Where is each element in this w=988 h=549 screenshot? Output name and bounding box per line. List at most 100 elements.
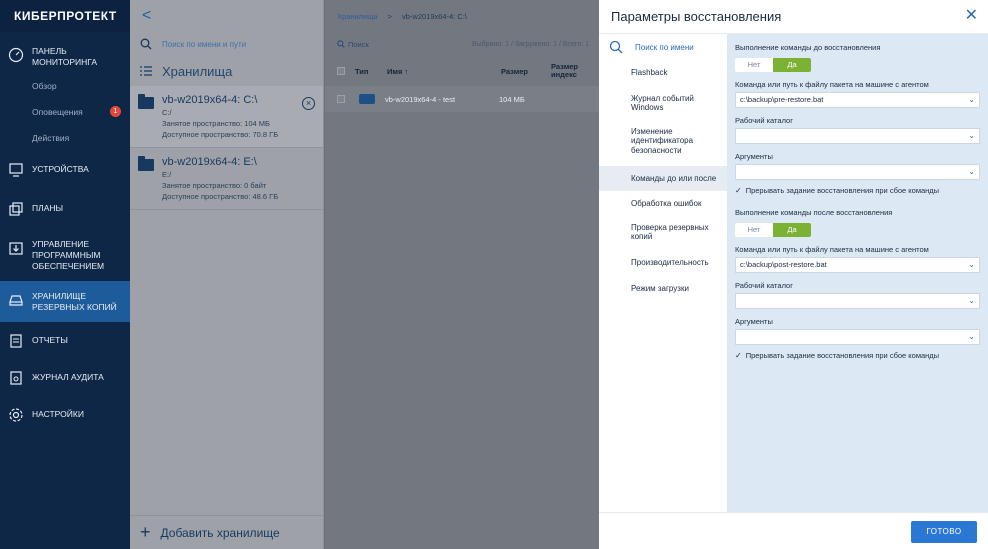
chevron-down-icon[interactable]: ⌄ <box>968 258 975 272</box>
storage-used: Занятое пространство: 104 МБ <box>162 119 270 128</box>
table-header: Тип Имя ↑ Размер Размер индекс <box>325 56 599 86</box>
sidebar-item-activities[interactable]: Действия <box>0 125 130 151</box>
storage-icon <box>9 295 23 306</box>
nav-pre-post-commands[interactable]: Команды до или после <box>599 165 727 192</box>
nav-backup-validation[interactable]: Проверка резервных копий <box>599 217 727 250</box>
sidebar-item-settings[interactable]: НАСТРОЙКИ <box>0 396 130 433</box>
post-workdir-input[interactable]: ⌄ <box>735 293 980 309</box>
nav-label: Команды до или после <box>631 173 717 183</box>
sidebar-item-dashboard[interactable]: ПАНЕЛЬ МОНИТОРИНГА <box>0 38 130 73</box>
column-type[interactable]: Тип <box>355 67 387 76</box>
column-name[interactable]: Имя ↑ <box>387 67 501 76</box>
search-placeholder: Поиск <box>348 39 369 49</box>
chevron-left-icon: < <box>142 7 152 24</box>
sidebar-item-overview[interactable]: Обзор <box>0 73 130 99</box>
pre-abort-checkbox[interactable]: ✓ Прерывать задание восстановления при сб… <box>735 186 980 195</box>
sidebar-item-audit-log[interactable]: ЖУРНАЛ АУДИТА <box>0 359 130 396</box>
list-icon <box>140 66 152 76</box>
post-command-toggle[interactable]: Нет Да <box>735 223 811 237</box>
backups-search-input[interactable]: Поиск <box>337 40 369 49</box>
nav-sid-change[interactable]: Изменение идентификатора безопасности <box>599 119 727 162</box>
checkmark-icon: ✓ <box>735 351 742 360</box>
restore-options-dialog: Параметры восстановления ✕ Поиск по имен… <box>599 0 988 549</box>
chevron-down-icon[interactable]: ⌄ <box>968 330 975 344</box>
backups-toolbar: Поиск Выбрано: 1 / Загружено: 1 / Всего:… <box>325 32 599 56</box>
sidebar-item-label: УПРАВЛЕНИЕ ПРОГРАММНЫМ ОБЕСПЕЧЕНИЕМ <box>32 239 105 271</box>
select-all-checkbox[interactable] <box>337 67 345 75</box>
nav-windows-event-log[interactable]: Журнал событий Windows <box>599 88 727 119</box>
close-icon[interactable]: ✕ <box>965 8 978 24</box>
storage-free: Доступное пространство: 70.8 ГБ <box>162 130 279 139</box>
breadcrumb: Хранилища > vb-w2019x64-4: C:\ <box>325 0 599 32</box>
sidebar: КИБЕРПРОТЕКТ ПАНЕЛЬ МОНИТОРИНГА Обзор Оп… <box>0 0 130 549</box>
pre-args-input[interactable]: ⌄ <box>735 164 980 180</box>
pre-command-section-label: Выполнение команды до восстановления <box>735 43 881 52</box>
back-button[interactable]: < <box>130 0 323 32</box>
sidebar-item-label: Оповещения <box>32 107 83 118</box>
sidebar-item-plans[interactable]: ПЛАНЫ <box>0 190 130 229</box>
storage-search-input[interactable]: Поиск по имени и пути <box>130 32 323 56</box>
monitor-icon <box>9 163 23 177</box>
close-icon[interactable]: × <box>302 97 315 110</box>
add-storage-button[interactable]: + Добавить хранилище <box>130 515 324 549</box>
storage-item[interactable]: vb-w2019x64-4: C:\ C:/ Занятое пространс… <box>130 86 323 148</box>
row-checkbox[interactable] <box>337 95 345 103</box>
pre-args-label: Аргументы <box>735 152 773 161</box>
post-command-label: Команда или путь к файлу пакета на машин… <box>735 245 929 254</box>
chevron-down-icon[interactable]: ⌄ <box>968 165 975 179</box>
software-icon <box>9 242 23 255</box>
nav-label: Изменение идентификатора безопасности <box>631 126 694 155</box>
audit-icon <box>10 371 22 385</box>
nav-boot-mode[interactable]: Режим загрузки <box>599 276 727 300</box>
sidebar-item-devices[interactable]: УСТРОЙСТВА <box>0 151 130 190</box>
backup-size: 104 МБ <box>499 94 525 104</box>
storage-item[interactable]: vb-w2019x64-4: E:\ E:/ Занятое пространс… <box>130 148 323 210</box>
nav-error-handling[interactable]: Обработка ошибок <box>599 191 727 217</box>
pre-workdir-input[interactable]: ⌄ <box>735 128 980 144</box>
plus-icon: + <box>140 522 151 542</box>
options-content: Выполнение команды до восстановления Нет… <box>727 34 988 512</box>
sidebar-item-software[interactable]: УПРАВЛЕНИЕ ПРОГРАММНЫМ ОБЕСПЕЧЕНИЕМ <box>0 229 130 281</box>
sidebar-item-backup-storage[interactable]: ХРАНИЛИЩЕ РЕЗЕРВНЫХ КОПИЙ <box>0 281 130 323</box>
chevron-down-icon[interactable]: ⌄ <box>968 294 975 308</box>
pre-command-input[interactable]: c:\backup\pre-restore.bat ⌄ <box>735 92 980 108</box>
sidebar-item-label: ОТЧЕТЫ <box>32 335 68 346</box>
done-button[interactable]: ГОТОВО <box>911 521 977 543</box>
toggle-on[interactable]: Да <box>773 223 811 237</box>
nav-search-by-name[interactable]: Поиск по имени <box>599 34 727 60</box>
storage-used: Занятое пространство: 0 байт <box>162 181 267 190</box>
sidebar-item-reports[interactable]: ОТЧЕТЫ <box>0 322 130 359</box>
nav-performance[interactable]: Производительность <box>599 250 727 276</box>
post-workdir-label: Рабочий каталог <box>735 281 793 290</box>
post-args-label: Аргументы <box>735 317 773 326</box>
column-index-size[interactable]: Размер индекс <box>551 63 579 80</box>
alerts-badge: 1 <box>110 106 121 118</box>
plans-icon <box>9 202 23 216</box>
toggle-off[interactable]: Нет <box>735 223 773 237</box>
pre-command-label: Команда или путь к файлу пакета на машин… <box>735 80 929 89</box>
storage-title: vb-w2019x64-4: E:\ <box>162 156 257 168</box>
breadcrumb-root[interactable]: Хранилища <box>337 12 378 21</box>
table-row[interactable]: vb-w2019x64-4 - test 104 МБ <box>325 86 599 112</box>
nav-flashback[interactable]: Flashback <box>599 60 727 88</box>
column-size[interactable]: Размер <box>501 67 551 76</box>
checkbox-label: Прерывать задание восстановления при сбо… <box>745 351 940 360</box>
pre-command-toggle[interactable]: Нет Да <box>735 58 811 72</box>
post-command-input[interactable]: c:\backup\post-restore.bat ⌄ <box>735 257 980 273</box>
post-args-input[interactable]: ⌄ <box>735 329 980 345</box>
post-command-section-label: Выполнение команды после восстановления <box>735 208 893 217</box>
sidebar-item-label: УСТРОЙСТВА <box>32 164 89 175</box>
nav-label: Проверка резервных копий <box>631 222 709 242</box>
chevron-down-icon[interactable]: ⌄ <box>968 93 975 107</box>
toggle-off[interactable]: Нет <box>735 58 773 72</box>
page-title: Хранилища <box>162 63 233 79</box>
storage-path: E:/ <box>162 170 172 179</box>
storage-free: Доступное пространство: 48.6 ГБ <box>162 192 279 201</box>
toggle-on[interactable]: Да <box>773 58 811 72</box>
nav-label: Режим загрузки <box>631 283 689 293</box>
add-storage-label: Добавить хранилище <box>160 525 280 540</box>
field-value: c:\backup\post-restore.bat <box>740 260 827 269</box>
post-abort-checkbox[interactable]: ✓ Прерывать задание восстановления при сб… <box>735 351 980 360</box>
sidebar-item-alerts[interactable]: Оповещения 1 <box>0 99 130 125</box>
chevron-down-icon[interactable]: ⌄ <box>968 129 975 143</box>
